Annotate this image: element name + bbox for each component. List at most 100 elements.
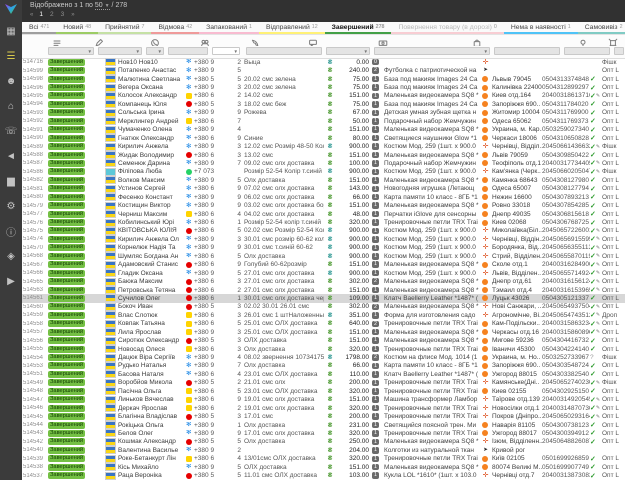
client-phone[interactable]: ✻+380 6 xyxy=(186,135,230,142)
sidebar-item-stats[interactable]: ▆ xyxy=(0,169,22,194)
client-phone[interactable]: ✻+380 9 xyxy=(186,422,230,429)
phone-filter-input[interactable]: ▼ xyxy=(212,47,240,55)
client-phone[interactable]: +380 6 xyxy=(186,211,230,218)
product-filter[interactable]: ▼ xyxy=(374,47,490,55)
sidebar-item-security[interactable]: ◈ xyxy=(0,244,22,269)
first-page-icon[interactable]: « xyxy=(30,12,32,18)
table-row[interactable]: 514582ЗавершенийВолков Максим✻+380 95Олх… xyxy=(22,176,625,184)
sidebar-item-orders[interactable]: ☰ xyxy=(0,44,22,69)
client-phone[interactable]: +380 6 xyxy=(186,312,230,319)
sidebar-item-info[interactable]: ⓘ xyxy=(0,219,22,244)
table-row[interactable]: 514542ЗавершенийКошмак Александр+380 55О… xyxy=(22,438,625,446)
client-phone[interactable]: +380 5 xyxy=(186,472,230,479)
client-phone[interactable]: +380 6 xyxy=(186,346,230,353)
tab-всі[interactable]: Всі471 xyxy=(22,22,56,34)
client-phone[interactable]: ✻+380 9 xyxy=(186,464,230,471)
table-row[interactable]: 514568ЗавершенийШумляс Богдана Ан✻+380 6… xyxy=(22,252,625,260)
table-row[interactable]: 514570ЗавершенийКорнелюк Надія Та✻+380 9… xyxy=(22,244,625,252)
table-row[interactable]: 514593ЗавершенийСольська Ірина✻+380 99Ро… xyxy=(22,109,625,117)
page-button-3[interactable]: 3 xyxy=(61,11,65,18)
table-row[interactable]: 514587ЗавершенийСеменюк Дарина✻+380 9709… xyxy=(22,159,625,167)
tab-самовивіз[interactable]: Самовивіз2 xyxy=(578,22,625,34)
table-row[interactable]: 514589ЗавершенийКирилич Анжела✻+380 9312… xyxy=(22,142,625,150)
client-phone[interactable]: +380 6 xyxy=(186,261,230,268)
table-row[interactable]: 514596ЗавершенийВегера Оксана✻+380 9320.… xyxy=(22,83,625,91)
client-phone[interactable]: +380 6 xyxy=(186,287,230,294)
table-row[interactable]: 514566ЗавершенийГладик Оксана✻+380 9527.… xyxy=(22,269,625,277)
client-phone[interactable]: ✻+380 6 xyxy=(186,219,230,226)
client-phone[interactable]: +7 073 xyxy=(186,168,230,175)
client-phone[interactable]: ✻+380 9 xyxy=(186,236,230,243)
client-phone[interactable]: ✻+380 9 xyxy=(186,59,230,66)
client-phone[interactable]: +380 6 xyxy=(186,320,230,327)
client-phone[interactable]: ✻+380 9 xyxy=(186,177,230,184)
per-page-dropdown[interactable]: 50 ▼ xyxy=(95,2,110,10)
table-row[interactable]: 514588ЗавершенийЖидак Володимир+380 6313… xyxy=(22,151,625,159)
client-phone[interactable]: +380 5 xyxy=(186,413,230,420)
client-phone[interactable]: ✻+380 9 xyxy=(186,84,230,91)
table-row[interactable]: 514563ЗавершенийПетровська Тетяна+380 62… xyxy=(22,286,625,294)
sidebar-item-clients[interactable]: ☻ xyxy=(0,69,22,94)
table-row[interactable]: 514546ЗавершенийДеркач Ярослав+380 6219.… xyxy=(22,404,625,412)
table-row[interactable]: 514575ЗавершенийКВІТОВСЬКА ЮЛІЯ+380 6502… xyxy=(22,227,625,235)
client-phone[interactable]: ✻+380 9 xyxy=(186,244,230,251)
table-row[interactable]: 514555ЗавершенийНовосад Олеся+380 63Олх … xyxy=(22,345,625,353)
client-phone[interactable]: +380 5 xyxy=(186,438,230,445)
client-phone[interactable]: +380 6 xyxy=(186,295,230,302)
client-phone[interactable]: +380 5 xyxy=(186,101,230,108)
table-row[interactable]: 514567ЗавершенийАдамовский Станис+380 69… xyxy=(22,261,625,269)
client-phone[interactable]: ✻+380 9 xyxy=(186,160,230,167)
table-row[interactable]: 514537ЗавершенийРаца Вероніка+380 5511.0… xyxy=(22,471,625,479)
table-row[interactable]: 514543ЗавершенийБелов Олег✻+380 9917.01 … xyxy=(22,429,625,437)
table-row[interactable]: 514716ЗавершенийНов10 Нов10✻+380 92Выца₴… xyxy=(22,58,625,66)
tab-запакований[interactable]: Запакований1 xyxy=(199,22,259,34)
table-row[interactable]: 514549ЗавершенийВоробйов Микола+380 5221… xyxy=(22,379,625,387)
tab-прийнятий[interactable]: Прийнятий7 xyxy=(98,22,151,34)
table-row[interactable]: 514554ЗавершенийДацюк Віра Сергіїв✻+380 … xyxy=(22,353,625,361)
sidebar-item-video[interactable]: ▶ xyxy=(0,269,22,294)
table-row[interactable]: 514577ЗавершенийЧерниш Максим+380 6404.0… xyxy=(22,210,625,218)
table-row[interactable]: 514556ЗавершенийСиротюк Олександр+380 53… xyxy=(22,336,625,344)
sidebar-item-marketing[interactable]: ◄ xyxy=(0,144,22,169)
client-phone[interactable]: +380 6 xyxy=(186,278,230,285)
table-row[interactable]: 514598ЗавершенийМалютина Светлана✻+380 5… xyxy=(22,75,625,83)
table-row[interactable]: 514579ЗавершенийКостищин Виктор✻+380 990… xyxy=(22,201,625,209)
client-phone[interactable]: ✻+380 9 xyxy=(186,354,230,361)
city-filter[interactable] xyxy=(494,47,560,55)
table-row[interactable]: 514595ЗавершенийКолосок Александр+380 62… xyxy=(22,92,625,100)
client-phone[interactable]: ✻+380 9 xyxy=(186,447,230,454)
table-row[interactable]: 514576ЗавершенийКобилинський Юрі✻+380 61… xyxy=(22,218,625,226)
comment-filter[interactable] xyxy=(246,47,322,55)
client-phone[interactable]: +380 6 xyxy=(186,227,230,234)
tab-нема-в-наявності[interactable]: Нема в наявності1 xyxy=(504,22,578,34)
client-phone[interactable]: +380 6 xyxy=(186,92,230,99)
table-row[interactable]: 514545ЗавершенийБлагінна Владіслав+380 5… xyxy=(22,412,625,420)
status-filter[interactable]: ▼ xyxy=(48,47,94,55)
client-phone[interactable]: +380 6 xyxy=(186,118,230,125)
table-row[interactable]: 514590ЗавершенийГнатюк Олександр✻+380 69… xyxy=(22,134,625,142)
client-phone[interactable]: ✻+380 6 xyxy=(186,185,230,192)
client-phone[interactable]: ✻+380 9 xyxy=(186,202,230,209)
client-phone[interactable]: +380 6 xyxy=(186,396,230,403)
client-phone[interactable]: +380 6 xyxy=(186,455,230,462)
client-phone[interactable]: +380 6 xyxy=(186,152,230,159)
table-row[interactable]: 514591ЗавершенийЧумаченко Олена✻+380 94₴… xyxy=(22,126,625,134)
table-row[interactable]: 514586ЗавершенийФіліпова Люба+7 073Розмі… xyxy=(22,168,625,176)
table-row[interactable]: 514581ЗавершенийУстинов Сергей✻+380 6907… xyxy=(22,185,625,193)
table-row[interactable]: 514557ЗавершенийЛила Ярослав+380 9325.01… xyxy=(22,328,625,336)
client-phone[interactable]: ✻+380 9 xyxy=(186,67,230,74)
table-row[interactable]: 514580ЗавершенийФесенко Констант✻+380 99… xyxy=(22,193,625,201)
client-phone[interactable]: +380 6 xyxy=(186,405,230,412)
table-row[interactable]: 514540ЗавершенийВалентина Василье✻+380 9… xyxy=(22,446,625,454)
table-row[interactable]: 514559ЗавершенийВлас Слотюк+380 6326.01 … xyxy=(22,311,625,319)
table-row[interactable]: 514551ЗавершенийБасова Наталя✻+380 6423.… xyxy=(22,370,625,378)
client-phone[interactable]: ✻+380 9 xyxy=(186,109,230,116)
sidebar-item-calls[interactable]: ☏ xyxy=(0,119,22,144)
tab-відмова[interactable]: Відмова42 xyxy=(151,22,199,34)
flag-filter[interactable]: ▼ xyxy=(146,47,164,55)
client-phone[interactable]: ✻+380 9 xyxy=(186,270,230,277)
client-phone[interactable]: ✻+380 9 xyxy=(186,430,230,437)
table-row[interactable]: 514547ЗавершенийЛиньков Вячеслав+380 691… xyxy=(22,396,625,404)
table-row[interactable]: 514558ЗавершенийКовпак Татьяна+380 6525.… xyxy=(22,320,625,328)
client-phone[interactable]: ✻+380 6 xyxy=(186,371,230,378)
